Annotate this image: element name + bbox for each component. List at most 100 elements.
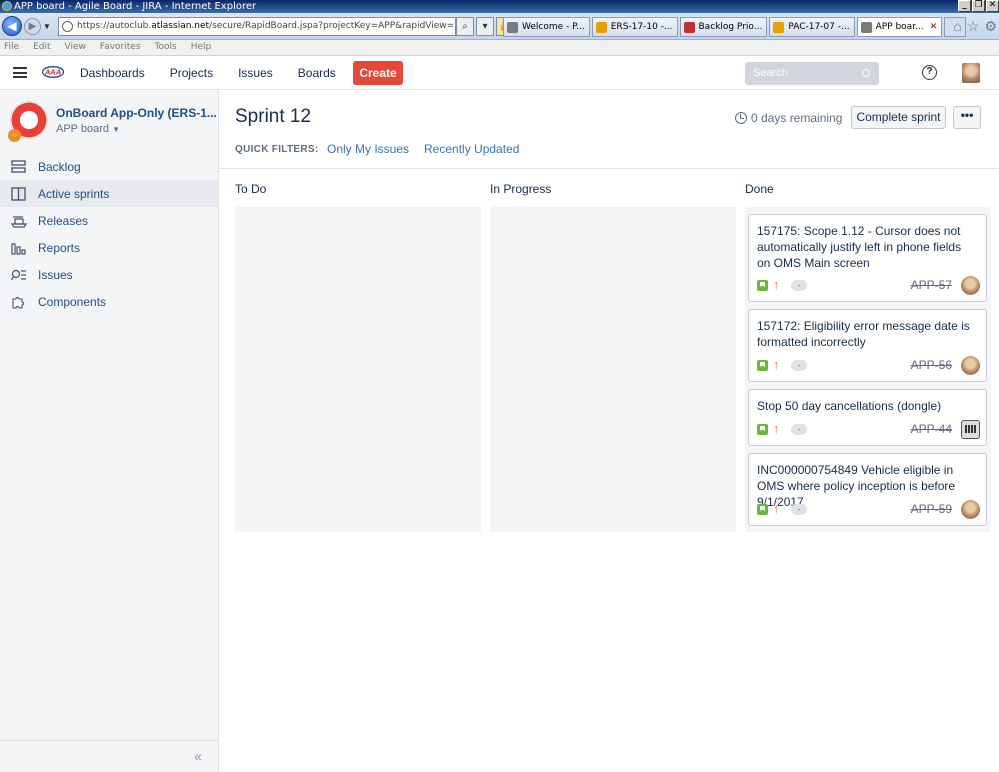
address-bar[interactable]: https://autoclub.atlassian.net/secure/Ra… (58, 17, 456, 36)
sidebar-item-active-sprints[interactable]: Active sprints (0, 180, 218, 207)
menu-item-favorites[interactable]: Favorites (100, 40, 141, 55)
browser-tab-label: Backlog Prio... (698, 22, 763, 32)
sidebar-item-backlog[interactable]: Backlog (0, 153, 218, 180)
menu-item-edit[interactable]: Edit (33, 40, 50, 55)
sidebar: ‹› OnBoard App-Only (ERS-1... APP board … (0, 90, 219, 772)
menu-item-help[interactable]: Help (191, 40, 212, 55)
ie-logo-icon (2, 1, 12, 11)
aaa-logo-icon[interactable]: AAA (42, 66, 64, 78)
nav-projects[interactable]: Projects (170, 66, 213, 80)
menu-item-view[interactable]: View (65, 40, 86, 55)
issue-card[interactable]: INC000000754849 Vehicle eligible in OMS … (748, 453, 987, 526)
sprint-title: Sprint 12 (235, 106, 312, 127)
restore-button[interactable]: ❐ (972, 0, 985, 12)
tab-favicon-icon (507, 22, 518, 33)
forward-button[interactable]: ▶ (24, 18, 41, 35)
priority-arrow-up-icon: ↑ (773, 277, 780, 292)
board-name: APP board (56, 123, 110, 135)
sidebar-item-reports[interactable]: Reports (0, 234, 218, 261)
column-in-progress[interactable] (490, 206, 736, 532)
sidebar-collapse-bar: « (0, 740, 218, 772)
url-prefix: https://autoclub. (77, 21, 152, 31)
menu-item-file[interactable]: File (4, 40, 19, 55)
issue-card[interactable]: 157172: Eligibility error message date i… (748, 309, 987, 382)
assignee-avatar[interactable] (961, 500, 980, 519)
browser-tab-label: PAC-17-07 -... (788, 22, 850, 32)
user-avatar[interactable] (962, 63, 980, 83)
issue-key[interactable]: APP-57 (911, 278, 952, 292)
issue-key[interactable]: APP-44 (911, 422, 952, 436)
issue-key[interactable]: APP-59 (911, 502, 952, 516)
priority-arrow-up-icon: ↑ (773, 501, 780, 516)
close-window-button[interactable]: ✕ (986, 0, 999, 12)
priority-arrow-up-icon: ↑ (773, 357, 780, 372)
favorites-star-icon[interactable]: ☆ (967, 18, 980, 35)
home-icon[interactable]: ⌂ (953, 18, 961, 35)
column-todo[interactable] (235, 206, 481, 532)
sidebar-item-components[interactable]: Components (0, 288, 218, 315)
menu-item-tools[interactable]: Tools (155, 40, 177, 55)
story-type-icon (757, 280, 768, 291)
filter-only-my-issues[interactable]: Only My Issues (327, 142, 409, 156)
menu-hamburger-icon[interactable] (13, 67, 27, 78)
create-button[interactable]: Create (353, 61, 403, 85)
story-type-icon (757, 424, 768, 435)
issue-card-footer: ↑ - APP-57 (757, 276, 980, 295)
column-header-done: Done (745, 182, 774, 196)
browser-tab[interactable]: PAC-17-07 -... (769, 17, 855, 37)
svg-text:AAA: AAA (44, 68, 61, 77)
history-dropdown-icon[interactable]: ▼ (43, 22, 51, 31)
browser-tab[interactable]: ERS-17-10 -... (591, 17, 678, 37)
board-switcher[interactable]: APP board ▼ (56, 123, 120, 135)
assignee-avatar[interactable] (961, 276, 980, 295)
help-icon[interactable]: ? (922, 65, 937, 80)
url-domain: atlassian.net (151, 21, 210, 31)
address-dropdown-icon[interactable]: ▾ (476, 17, 494, 36)
filter-recently-updated[interactable]: Recently Updated (424, 142, 519, 156)
browser-tab[interactable]: Welcome - P... (503, 17, 590, 37)
sidebar-item-releases[interactable]: Releases (0, 207, 218, 234)
issue-card[interactable]: Stop 50 day cancellations (dongle) ↑ - APP-… (748, 389, 987, 446)
sidebar-item-issues[interactable]: Issues (0, 261, 218, 288)
url-path: /secure/RapidBoard.jspa?projectKey=APP&r… (209, 21, 456, 31)
nav-issues[interactable]: Issues (238, 66, 273, 80)
estimate-badge: - (791, 424, 807, 435)
search-input[interactable] (745, 62, 879, 85)
assignee-avatar[interactable] (961, 356, 980, 375)
complete-sprint-button[interactable]: Complete sprint (851, 106, 946, 129)
tools-gear-icon[interactable]: ⚙ (984, 18, 997, 35)
story-type-icon (757, 504, 768, 515)
issue-card[interactable]: 157175: Scope 1.12 - Cursor does not aut… (748, 214, 987, 302)
assignee-avatar[interactable] (961, 420, 980, 439)
issue-summary: 157175: Scope 1.12 - Cursor does not aut… (757, 224, 962, 270)
project-name[interactable]: OnBoard App-Only (ERS-1... (56, 106, 217, 120)
search-address-icon[interactable]: ⌕ (456, 17, 474, 36)
nav-boards[interactable]: Boards (298, 66, 336, 80)
window-title: APP board - Agile Board - JIRA - Interne… (14, 1, 257, 12)
browser-tab[interactable]: APP boar... ✕ (856, 17, 943, 37)
collapse-sidebar-icon[interactable]: « (194, 748, 202, 764)
minimize-button[interactable]: _ (958, 0, 971, 12)
estimate-badge: - (791, 280, 807, 291)
tab-favicon-icon (773, 22, 785, 33)
puzzle-icon (11, 295, 27, 309)
issue-key[interactable]: APP-56 (911, 358, 952, 372)
more-actions-button[interactable]: ••• (953, 106, 981, 129)
column-header-todo: To Do (235, 182, 267, 196)
board-icon (11, 186, 27, 201)
estimate-badge: - (791, 360, 807, 371)
sidebar-item-label: Releases (38, 213, 89, 228)
browser-tab[interactable]: Backlog Prio... (679, 17, 768, 37)
browser-tab-label: ERS-17-10 -... (610, 22, 673, 32)
column-done[interactable]: 157175: Scope 1.12 - Cursor does not aut… (745, 206, 991, 532)
back-button[interactable]: ◀ (2, 16, 22, 36)
menu-bar: File Edit View Favorites Tools Help (0, 40, 999, 56)
close-tab-icon[interactable]: ✕ (930, 22, 938, 32)
project-type-badge-icon: ‹› (8, 129, 21, 142)
priority-arrow-up-icon: ↑ (773, 421, 780, 436)
quick-filters-label: QUICK FILTERS: (235, 144, 319, 155)
search-icon[interactable] (862, 69, 870, 77)
story-type-icon (757, 360, 768, 371)
issue-card-footer: ↑ - APP-56 (757, 356, 980, 375)
nav-dashboards[interactable]: Dashboards (80, 66, 145, 80)
